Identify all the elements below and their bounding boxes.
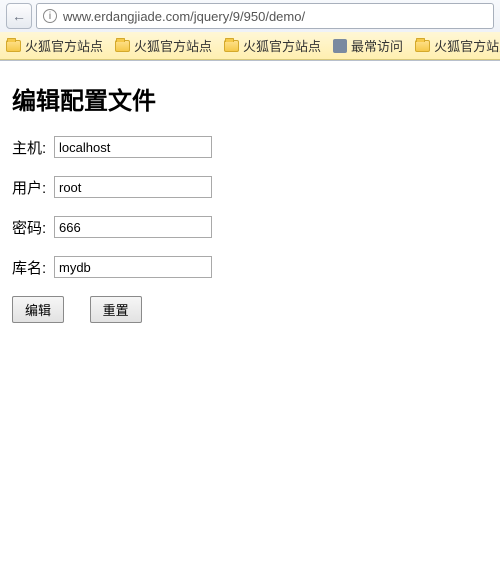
- folder-icon: [224, 40, 239, 52]
- page-content: 编辑配置文件 主机: 用户: 密码: 库名: 编辑 重置: [0, 61, 500, 337]
- dbname-input[interactable]: [54, 256, 212, 278]
- bookmark-item[interactable]: 火狐官方站点: [224, 36, 321, 55]
- host-input[interactable]: [54, 136, 212, 158]
- back-icon: ←: [12, 8, 26, 24]
- folder-icon: [415, 40, 430, 52]
- bookmark-label: 火狐官方站点: [243, 36, 321, 55]
- user-input[interactable]: [54, 176, 212, 198]
- address-row: ← i www.erdangjiade.com/jquery/9/950/dem…: [0, 0, 500, 32]
- bookmark-item[interactable]: 最常访问: [333, 36, 403, 55]
- button-row: 编辑 重置: [12, 296, 488, 323]
- bookmark-item[interactable]: 火狐官方站点: [415, 36, 500, 55]
- page-title: 编辑配置文件: [12, 81, 488, 116]
- gear-icon: [333, 39, 347, 53]
- bookmark-label: 火狐官方站点: [25, 36, 103, 55]
- pass-label: 密码:: [12, 217, 54, 238]
- form-row-host: 主机:: [12, 136, 488, 158]
- bookmark-label: 最常访问: [351, 36, 403, 55]
- bookmark-label: 火狐官方站点: [134, 36, 212, 55]
- bookmark-label: 火狐官方站点: [434, 36, 500, 55]
- host-label: 主机:: [12, 137, 54, 158]
- bookmark-item[interactable]: 火狐官方站点: [6, 36, 103, 55]
- reset-button[interactable]: 重置: [90, 296, 142, 323]
- url-text: www.erdangjiade.com/jquery/9/950/demo/: [63, 9, 305, 24]
- address-bar[interactable]: i www.erdangjiade.com/jquery/9/950/demo/: [36, 3, 494, 29]
- dbname-label: 库名:: [12, 257, 54, 278]
- user-label: 用户:: [12, 177, 54, 198]
- info-icon: i: [43, 9, 57, 23]
- browser-chrome: ← i www.erdangjiade.com/jquery/9/950/dem…: [0, 0, 500, 61]
- pass-input[interactable]: [54, 216, 212, 238]
- form-row-user: 用户:: [12, 176, 488, 198]
- folder-icon: [6, 40, 21, 52]
- bookmarks-toolbar: 火狐官方站点 火狐官方站点 火狐官方站点 最常访问 火狐官方站点: [0, 32, 500, 60]
- form-row-dbname: 库名:: [12, 256, 488, 278]
- form-row-pass: 密码:: [12, 216, 488, 238]
- folder-icon: [115, 40, 130, 52]
- edit-button[interactable]: 编辑: [12, 296, 64, 323]
- back-button[interactable]: ←: [6, 3, 32, 29]
- bookmark-item[interactable]: 火狐官方站点: [115, 36, 212, 55]
